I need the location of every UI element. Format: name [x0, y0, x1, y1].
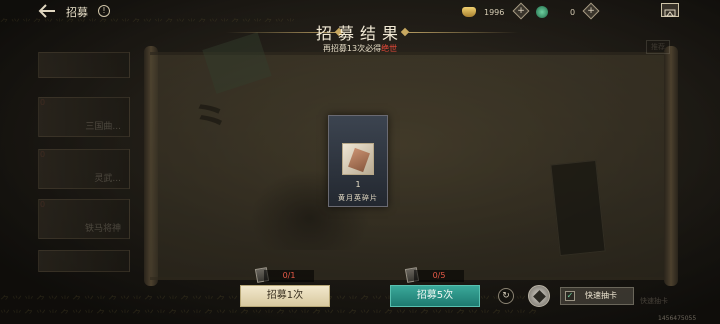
- swap-icon[interactable]: ↻: [498, 288, 514, 304]
- page-title: 招募: [66, 6, 88, 19]
- recruit-once-button[interactable]: 招募1次: [240, 285, 330, 307]
- pity-text: 再招募13次必得: [322, 44, 382, 53]
- ticket-counter-1: 0/1: [264, 270, 314, 282]
- gold-value: 1996: [484, 7, 505, 17]
- jade-icon: [536, 6, 548, 18]
- jade-resource: 0: [536, 5, 575, 19]
- recruit-result-screen: ⺀ 0 三国曲... 0 灵武... 0 铁马将神 推荐 ⺈⺍⺌⺈⺍⺌⺈⺍⺌⺈⺍…: [0, 0, 720, 324]
- pity-highlight: 绝世: [381, 44, 398, 53]
- add-jade-button[interactable]: +: [582, 2, 600, 20]
- reward-count: 1: [355, 180, 361, 189]
- back-arrow-icon[interactable]: [38, 4, 56, 18]
- header-ornament-right: [408, 32, 518, 33]
- add-gold-button[interactable]: +: [512, 2, 530, 20]
- skin-diamond-icon[interactable]: [528, 285, 550, 307]
- recruit-five-button[interactable]: 招募5次: [390, 285, 480, 307]
- pity-notice: 再招募13次必得绝世: [0, 43, 720, 54]
- plus-icon: +: [517, 6, 525, 16]
- quick-draw-shadow-label: 快速抽卡: [640, 297, 668, 305]
- share-icon[interactable]: [661, 3, 679, 17]
- hero-fragment-icon: [342, 143, 374, 175]
- reward-name: 黄月英碎片: [338, 194, 378, 202]
- checkbox-check-icon[interactable]: ✓: [565, 291, 575, 301]
- quick-draw-label: 快速抽卡: [585, 291, 617, 300]
- user-id: 1456475055: [658, 315, 697, 322]
- plus-icon: +: [587, 6, 595, 16]
- ticket-counter-5: 0/5: [414, 270, 464, 282]
- info-icon[interactable]: !: [98, 5, 110, 17]
- jade-value: 0: [570, 7, 576, 17]
- gold-resource: 1996: [462, 5, 504, 19]
- gold-ingot-icon: [462, 7, 476, 17]
- result-title: 招募结果: [315, 24, 404, 43]
